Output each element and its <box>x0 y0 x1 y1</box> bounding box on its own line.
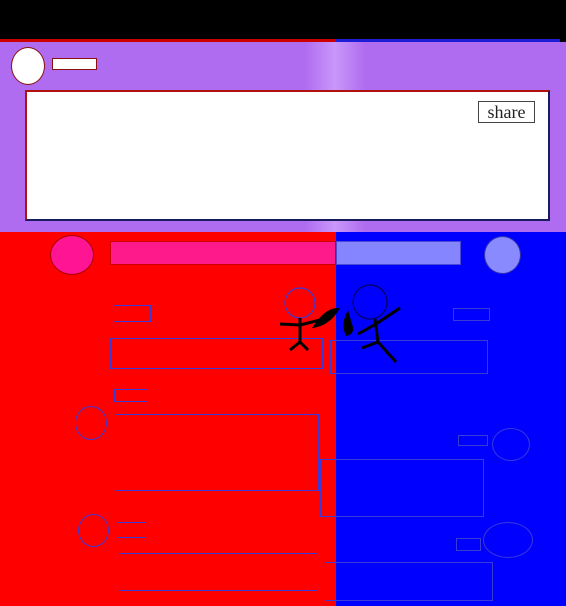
red-fighter-leg <box>289 340 301 352</box>
blue-comment-body <box>320 459 484 517</box>
post-text-area[interactable] <box>25 90 550 221</box>
red-fighter-arm <box>279 322 301 327</box>
blue-comment-body <box>325 562 493 601</box>
blue-comment-author[interactable] <box>456 538 481 551</box>
app-page: share <box>0 0 566 606</box>
blue-player-avatar-icon[interactable] <box>484 236 521 274</box>
red-comment-author[interactable] <box>113 305 151 322</box>
blue-score-bar <box>336 241 461 265</box>
blue-fighter-leg <box>361 340 379 350</box>
blue-fighter-head <box>352 284 388 320</box>
red-fighter-leg <box>298 340 310 352</box>
blue-fighter-leg <box>376 340 398 364</box>
red-comment-author[interactable] <box>117 522 146 538</box>
stick-fighters-icon <box>279 284 401 364</box>
blue-fighter-blade <box>343 310 354 336</box>
red-commenter-avatar-icon[interactable] <box>78 514 109 547</box>
blue-commenter-avatar-icon[interactable] <box>492 428 530 461</box>
blue-commenter-avatar-icon[interactable] <box>483 522 533 558</box>
blue-fighter-arm <box>357 322 377 336</box>
red-fighter-blade <box>312 307 340 328</box>
share-button[interactable]: share <box>478 101 535 123</box>
red-comment-body <box>115 414 319 491</box>
red-comment-author[interactable] <box>114 389 148 402</box>
red-fighter-head <box>284 287 316 319</box>
avatar-icon[interactable] <box>11 47 45 85</box>
red-commenter-avatar-icon[interactable] <box>75 406 107 440</box>
blue-comment-author[interactable] <box>453 308 490 321</box>
username-field[interactable] <box>52 58 97 70</box>
blue-comment-author[interactable] <box>458 435 488 446</box>
red-player-avatar-icon[interactable] <box>50 235 94 275</box>
red-score-bar <box>110 241 336 265</box>
red-comment-body <box>119 553 318 591</box>
top-bar <box>0 0 566 42</box>
